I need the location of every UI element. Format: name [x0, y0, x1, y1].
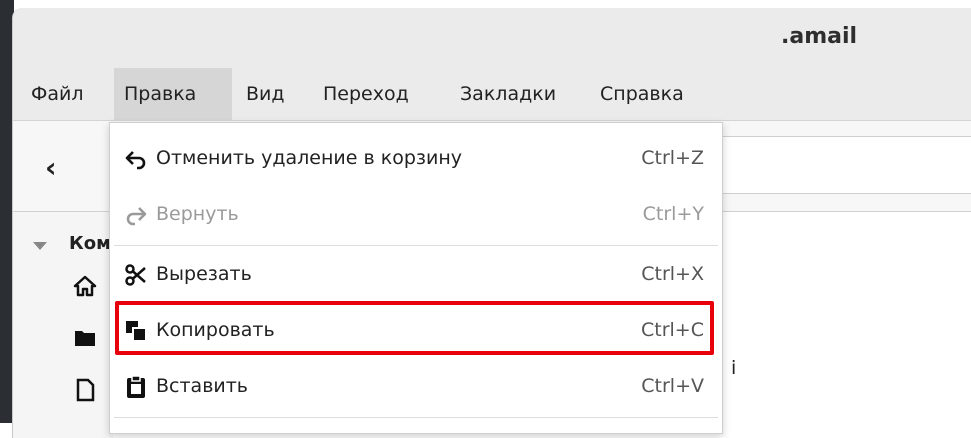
menu-item-paste[interactable]: Вставить Ctrl+V [110, 359, 722, 415]
paste-icon [127, 375, 145, 398]
cut-icon [125, 264, 146, 286]
menu-item-shortcut: Ctrl+X [641, 263, 704, 285]
menu-separator [114, 245, 718, 246]
expander-arrow-icon[interactable] [33, 242, 47, 250]
menu-item-cut[interactable]: Вырезать Ctrl+X [110, 247, 722, 303]
menu-item-shortcut: Ctrl+V [641, 375, 704, 397]
menu-item-undo[interactable]: Отменить удаление в корзину Ctrl+Z [110, 131, 722, 187]
sidebar-section-label[interactable]: Ком [69, 233, 111, 254]
menu-go[interactable]: Переход [313, 68, 419, 120]
menu-item-shortcut: Ctrl+Y [642, 203, 704, 225]
title-bar[interactable]: .amail [13, 8, 971, 68]
menu-file[interactable]: Файл [21, 68, 94, 120]
sidebar: Ком [13, 212, 113, 438]
window-title: .amail [781, 24, 858, 49]
menu-help[interactable]: Справка [590, 68, 694, 120]
menu-item-label: Вернуть [156, 203, 239, 225]
redo-icon [126, 207, 147, 226]
edit-menu-dropdown: Отменить удаление в корзину Ctrl+Z Верну… [109, 122, 723, 434]
menu-item-copy[interactable]: Копировать Ctrl+C [110, 303, 722, 359]
folder-icon[interactable] [73, 326, 97, 350]
menu-item-redo[interactable]: Вернуть Ctrl+Y [110, 187, 722, 243]
menu-separator [114, 417, 718, 418]
menu-edit[interactable]: Правка [114, 68, 232, 120]
menu-bar: Файл Правка Вид Переход Закладки Справка [13, 68, 971, 121]
file-name-fragment: i [731, 357, 737, 379]
menu-item-label: Вырезать [156, 263, 252, 285]
menu-item-label: Копировать [156, 319, 275, 341]
menu-item-label: Вставить [156, 375, 249, 397]
menu-item-shortcut: Ctrl+Z [641, 147, 704, 169]
menu-bookmarks[interactable]: Закладки [450, 68, 566, 120]
chevron-left-icon[interactable]: ‹ [45, 151, 57, 184]
menu-item-label: Отменить удаление в корзину [156, 147, 462, 169]
home-icon[interactable] [73, 274, 97, 298]
menu-item-shortcut: Ctrl+C [641, 319, 704, 341]
menu-view[interactable]: Вид [236, 68, 295, 120]
file-icon[interactable] [73, 378, 97, 402]
copy-icon [126, 321, 147, 342]
undo-icon [125, 151, 146, 170]
